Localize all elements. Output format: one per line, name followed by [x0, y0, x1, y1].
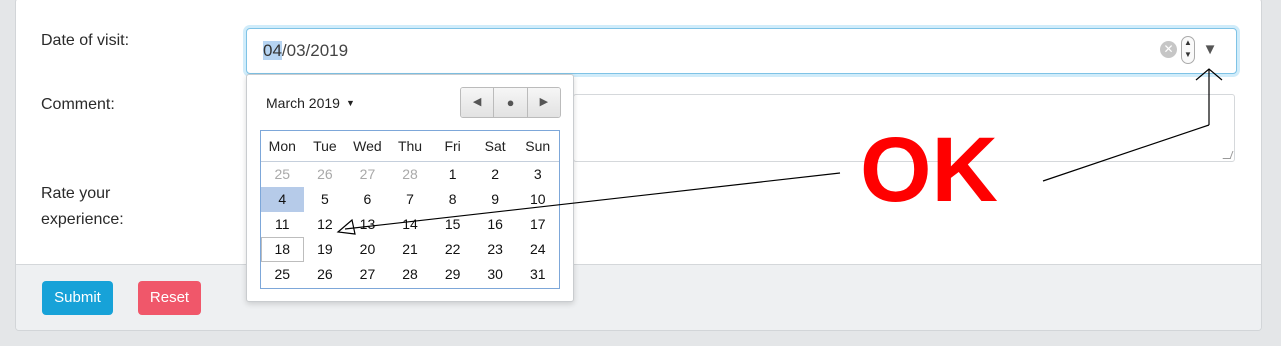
annotation-line-right: [1042, 124, 1210, 182]
annotation-arrows: [336, 68, 1223, 235]
ok-annotation: OK: [860, 119, 998, 221]
annotation-arrowhead-left: [336, 218, 356, 235]
annotation-line-left: [344, 172, 841, 230]
